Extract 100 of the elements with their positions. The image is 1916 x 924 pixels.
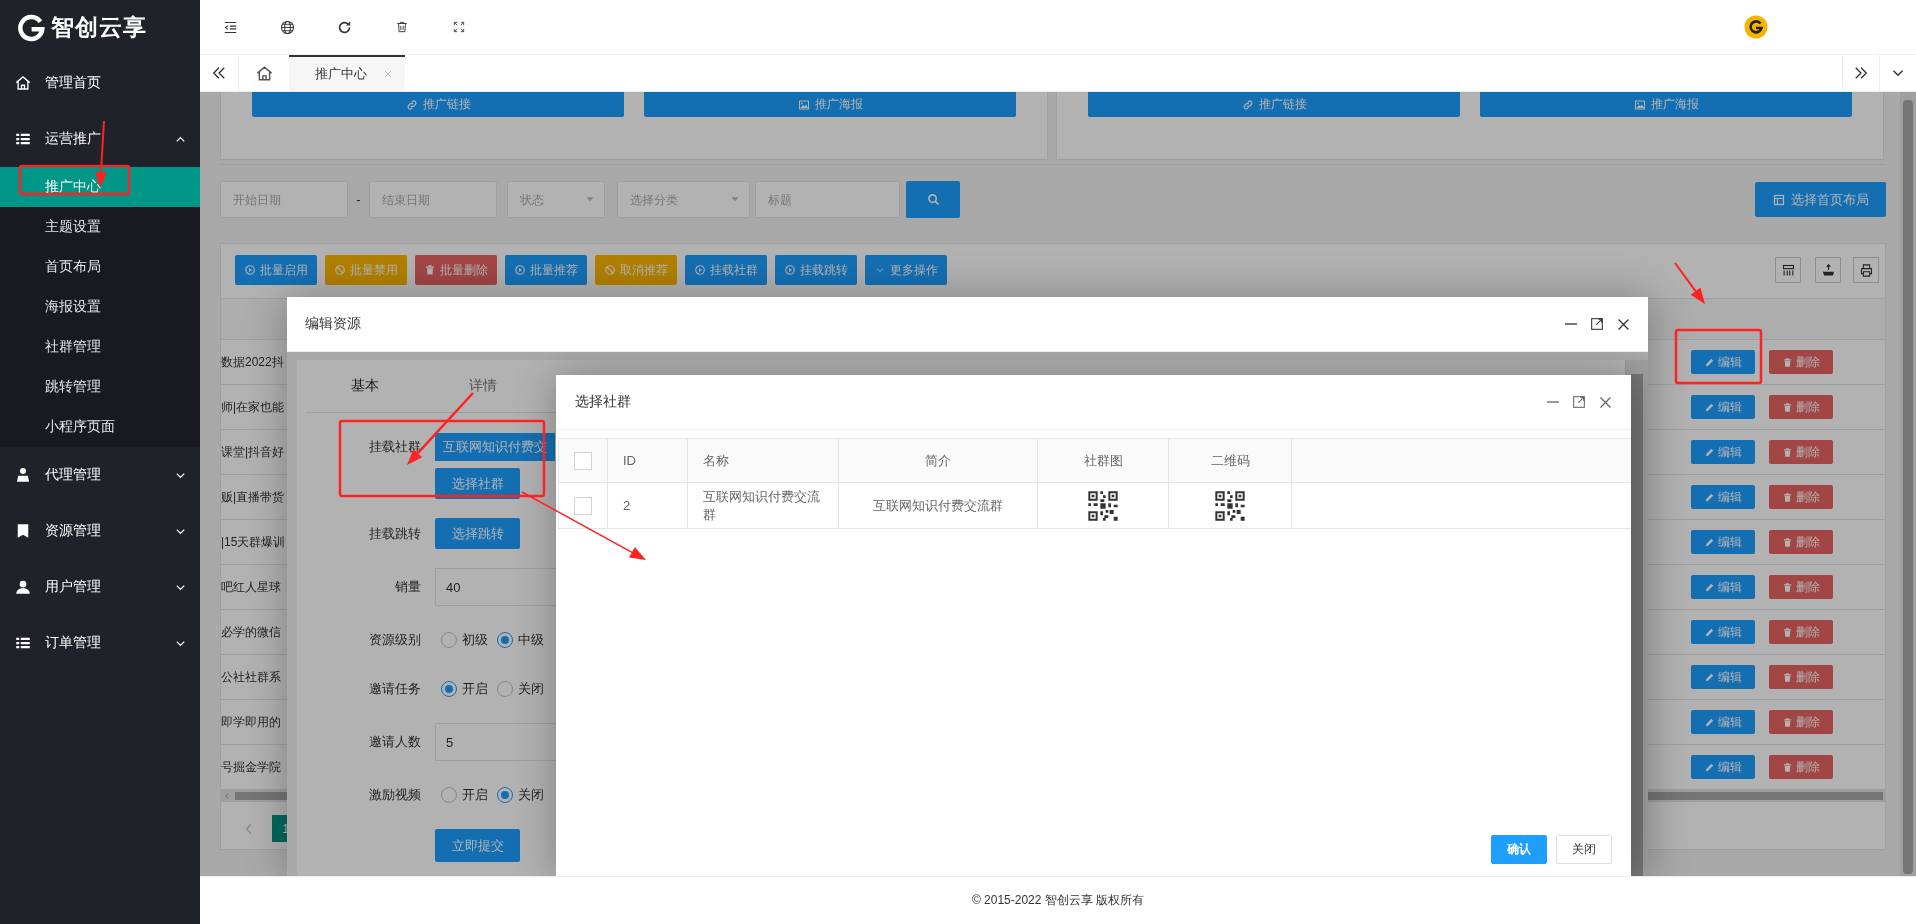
delete-button[interactable]: 删除 (1769, 530, 1833, 554)
toolbar-button[interactable]: 批量删除 (415, 255, 497, 285)
home-icon (14, 74, 32, 92)
edit-button[interactable]: 编辑 (1691, 530, 1755, 554)
menu-item[interactable]: 订单管理 (0, 615, 200, 671)
table-cell: 师|在家也能 (221, 398, 285, 416)
delete-button[interactable]: 删除 (1769, 710, 1833, 734)
export-button[interactable] (1815, 257, 1841, 283)
tab[interactable]: 推广中心 (289, 55, 405, 91)
edit-button[interactable]: 编辑 (1691, 440, 1755, 464)
play-icon (244, 264, 256, 276)
qr-code-icon (1087, 489, 1119, 522)
submenu-item[interactable]: 社群管理 (0, 327, 200, 367)
delete-button[interactable]: 删除 (1769, 485, 1833, 509)
radio-button[interactable] (441, 681, 457, 697)
radio-button[interactable] (497, 681, 513, 697)
date-field[interactable]: 开始日期 (220, 181, 348, 218)
select-field[interactable]: 选择分类 (617, 181, 750, 218)
globe-icon[interactable] (279, 18, 296, 36)
edit-button[interactable]: 编辑 (1691, 710, 1755, 734)
confirm-button[interactable]: 确认 (1491, 835, 1547, 864)
submit-button[interactable]: 立即提交 (435, 829, 520, 862)
menu-item[interactable]: 用户管理 (0, 559, 200, 615)
checkbox[interactable] (574, 451, 592, 470)
qr-code-icon (1214, 489, 1246, 522)
menu-item[interactable]: 代理管理 (0, 447, 200, 503)
layout-button[interactable]: 选择首页布局 (1755, 182, 1886, 217)
select-button[interactable]: 选择跳转 (435, 518, 520, 549)
table-cell: 数据2022抖 (221, 353, 284, 371)
print-button[interactable] (1853, 257, 1879, 283)
trash-icon (1782, 491, 1793, 503)
pencil-icon (1704, 761, 1715, 773)
submenu-item[interactable]: 推广中心 (0, 167, 200, 207)
edit-button[interactable]: 编辑 (1691, 350, 1755, 374)
trash-icon (1782, 716, 1793, 728)
delete-button[interactable]: 删除 (1769, 395, 1833, 419)
promo-button[interactable]: 推广链接 (1088, 92, 1460, 117)
delete-button[interactable]: 删除 (1769, 575, 1833, 599)
table-cell-text: 互联网知识付费交流群 (703, 487, 821, 524)
scrollbar[interactable] (1900, 92, 1916, 876)
maximize-icon[interactable] (1571, 394, 1587, 410)
edit-button[interactable]: 编辑 (1691, 620, 1755, 644)
checkbox[interactable] (574, 496, 592, 515)
pencil-icon (1704, 491, 1715, 503)
toolbar-button[interactable]: 更多操作 (865, 255, 947, 285)
delete-button[interactable]: 删除 (1769, 665, 1833, 689)
column-header: 社群图 (1083, 451, 1123, 470)
radio-button[interactable] (441, 632, 457, 648)
submenu-item[interactable]: 首页布局 (0, 247, 200, 287)
toolbar-button[interactable]: 挂载社群 (685, 255, 767, 285)
select-field[interactable]: 状态 (507, 181, 605, 218)
toolbar-button[interactable]: 取消推荐 (595, 255, 677, 285)
toolbar-button[interactable]: 批量禁用 (325, 255, 407, 285)
play-icon (784, 264, 796, 276)
edit-button[interactable]: 编辑 (1691, 485, 1755, 509)
delete-button[interactable]: 删除 (1769, 440, 1833, 464)
delete-button[interactable]: 删除 (1769, 755, 1833, 779)
fullscreen-icon[interactable] (451, 20, 466, 34)
table-cell: |15天群爆训 (221, 533, 286, 551)
submenu-item[interactable]: 小程序页面 (0, 407, 200, 447)
trash-icon (1782, 446, 1793, 458)
delete-button[interactable]: 删除 (1769, 620, 1833, 644)
edit-button[interactable]: 编辑 (1691, 575, 1755, 599)
select-button[interactable]: 选择社群 (435, 468, 520, 499)
image-icon (797, 98, 810, 111)
trash-icon (1782, 761, 1793, 773)
close-button[interactable]: 关闭 (1556, 835, 1612, 864)
promo-button[interactable]: 推广海报 (1480, 92, 1852, 117)
radio-button[interactable] (441, 787, 457, 803)
submenu-item[interactable]: 跳转管理 (0, 367, 200, 407)
dialog-title: 编辑资源 (305, 315, 362, 333)
trash-icon[interactable] (394, 20, 409, 34)
edit-button[interactable]: 编辑 (1691, 665, 1755, 689)
edit-button[interactable]: 编辑 (1691, 395, 1755, 419)
submenu-item[interactable]: 主题设置 (0, 207, 200, 247)
caret-left-icon (223, 792, 231, 800)
radio-button[interactable] (497, 787, 513, 803)
delete-button[interactable]: 删除 (1769, 350, 1833, 374)
promo-button[interactable]: 推广海报 (644, 92, 1016, 117)
maximize-icon[interactable] (1589, 316, 1605, 332)
promo-button[interactable]: 推广链接 (252, 92, 624, 117)
toolbar-button[interactable]: 批量推荐 (505, 255, 587, 285)
menu-item[interactable]: 运营推广 (0, 111, 200, 167)
menu-item[interactable]: 资源管理 (0, 503, 200, 559)
columns-button[interactable] (1775, 257, 1801, 283)
edit-button[interactable]: 编辑 (1691, 755, 1755, 779)
toolbar-button[interactable]: 批量启用 (235, 255, 317, 285)
pencil-icon (1704, 671, 1715, 683)
menu-item[interactable]: 管理首页 (0, 55, 200, 111)
radio-button[interactable] (497, 632, 513, 648)
home-icon[interactable] (254, 63, 274, 83)
columns-icon (1780, 262, 1796, 278)
tab[interactable]: 详情 (424, 377, 542, 395)
option-label: 关闭 (518, 680, 544, 698)
tab[interactable]: 基本 (306, 377, 424, 395)
toolbar-button[interactable]: 挂载跳转 (775, 255, 857, 285)
field-label: 销量 (394, 578, 421, 596)
submenu-item[interactable]: 海报设置 (0, 287, 200, 327)
avatar-icon[interactable] (1744, 15, 1768, 39)
ban-icon (604, 264, 616, 276)
